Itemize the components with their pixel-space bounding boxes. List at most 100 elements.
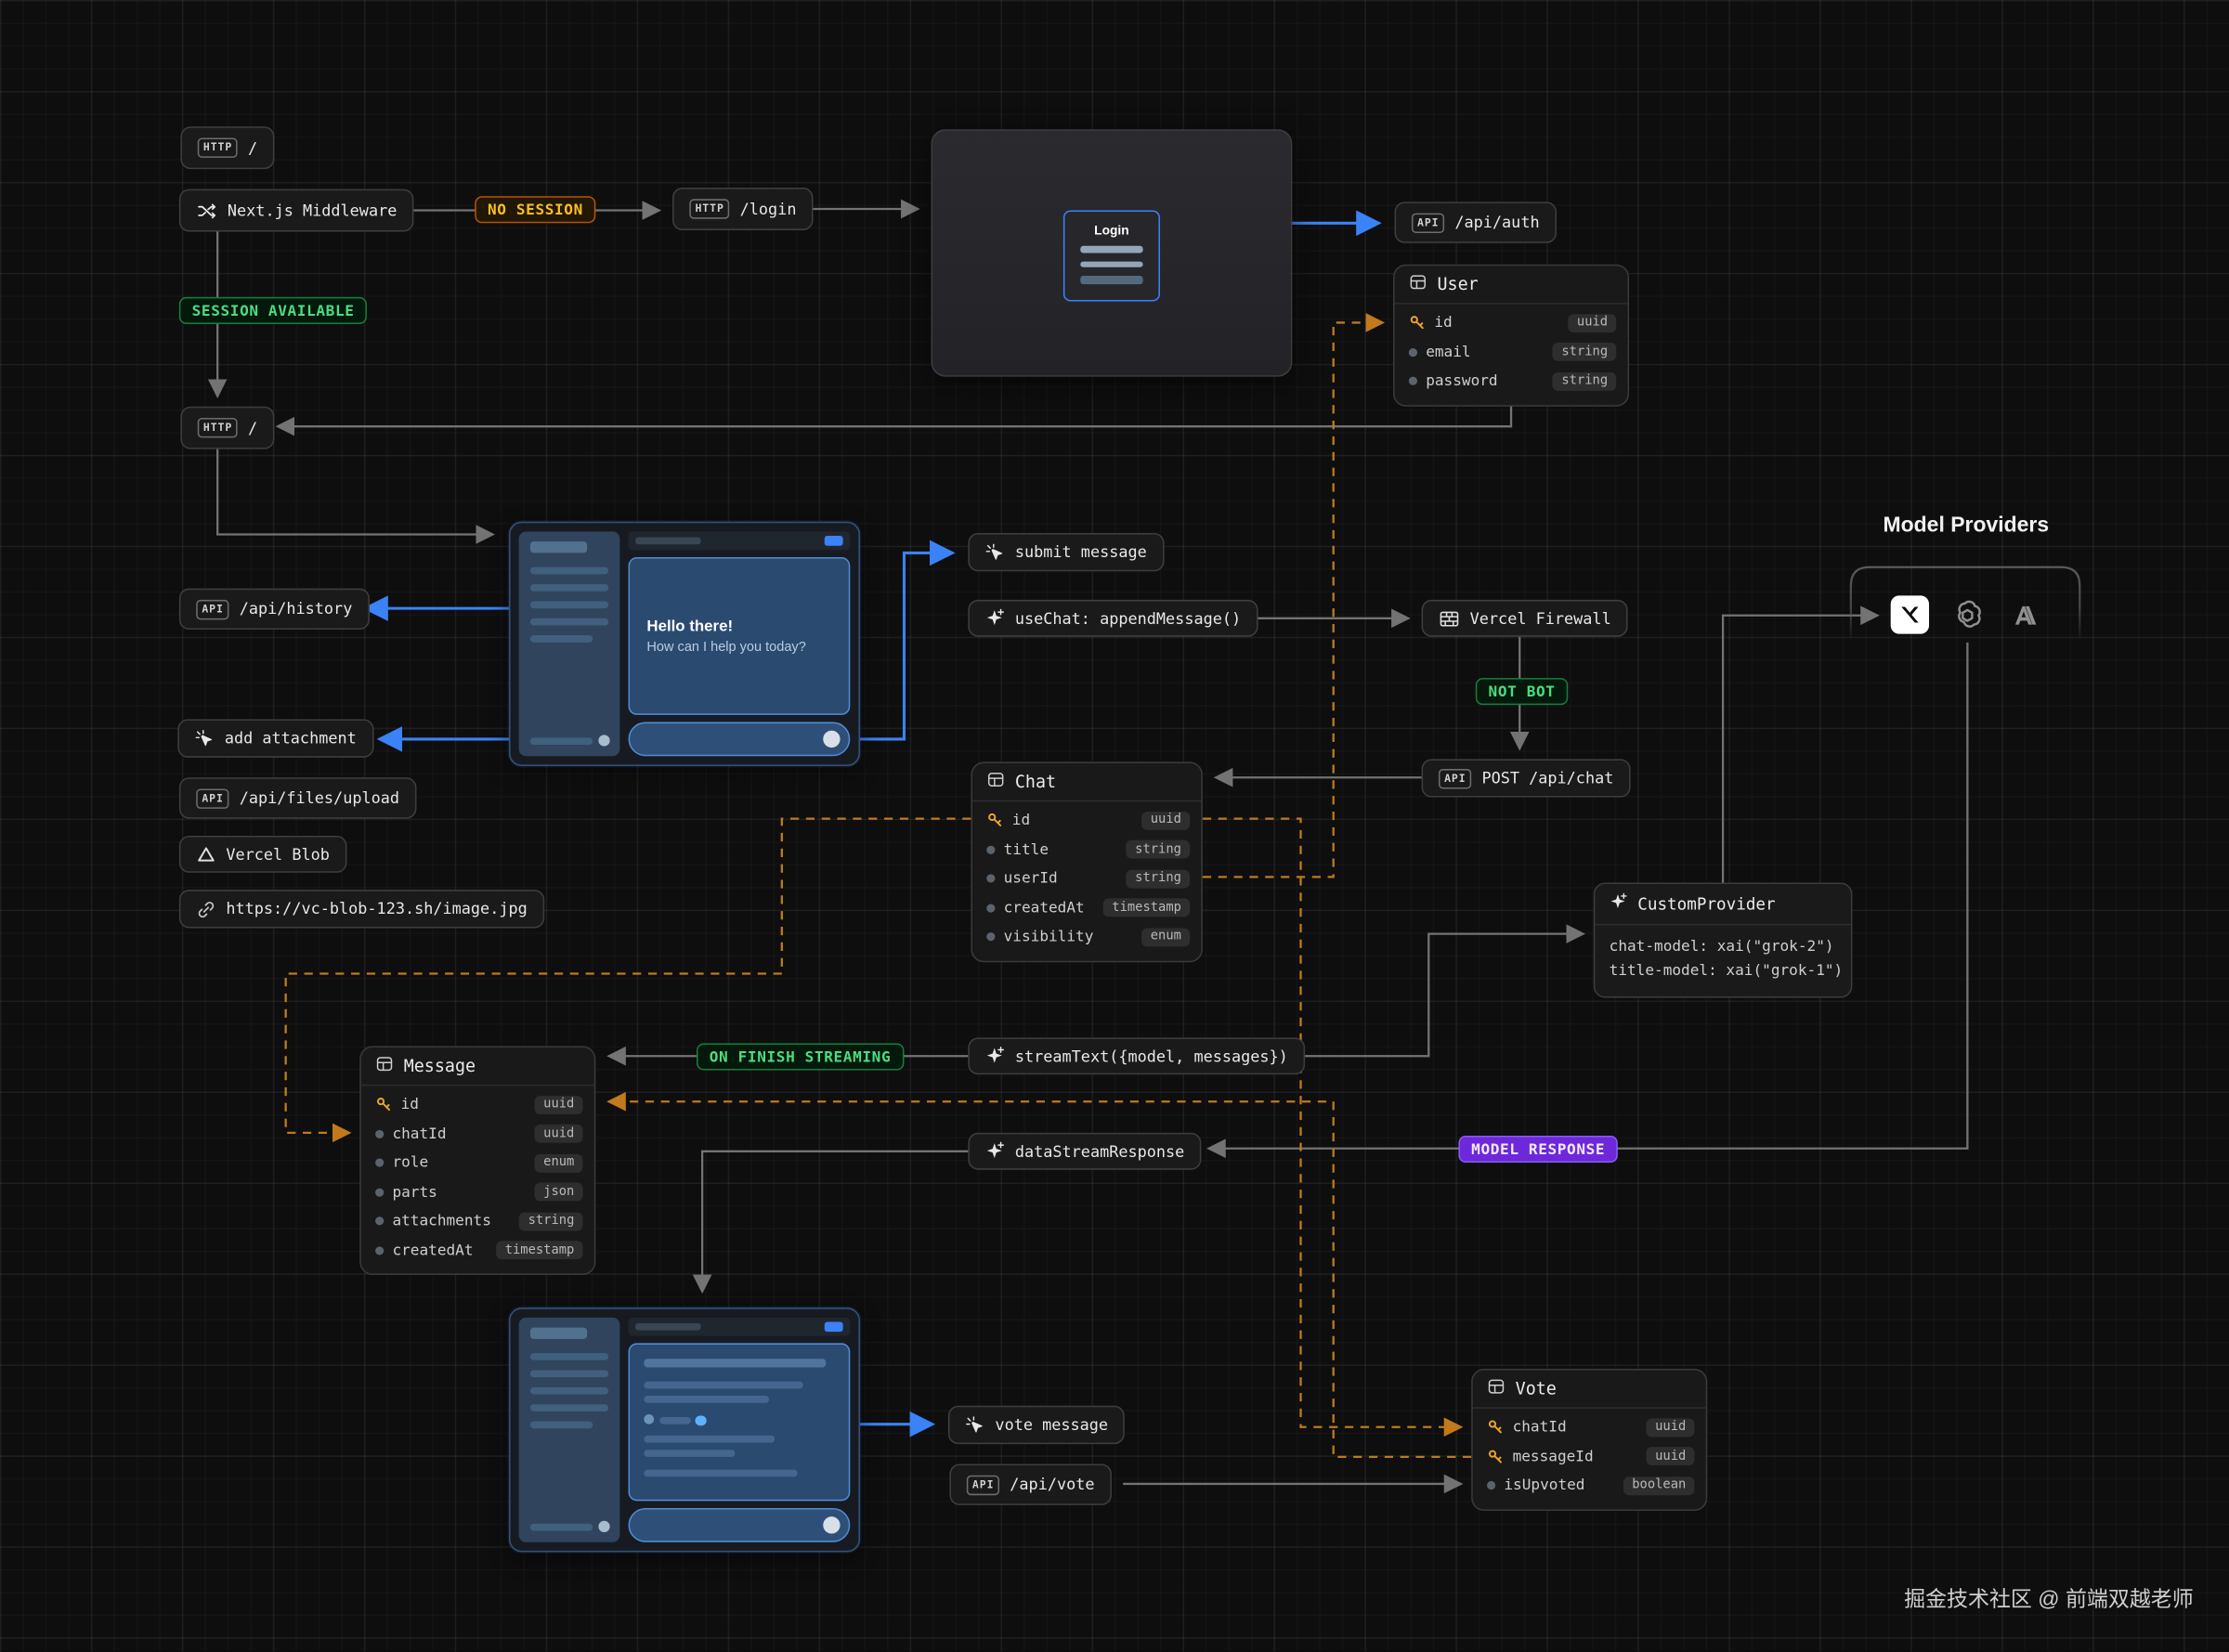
- api-auth-node[interactable]: API /api/auth: [1395, 202, 1557, 242]
- table-row: iduuid: [972, 806, 1201, 835]
- chat-topbar-skeleton: [629, 1318, 851, 1336]
- vote-message-node[interactable]: vote message: [948, 1406, 1126, 1444]
- login-card[interactable]: Login: [1063, 211, 1160, 302]
- http-chip: HTTP: [198, 137, 239, 157]
- table-title: User: [1437, 274, 1478, 293]
- key-icon: [1487, 1448, 1504, 1464]
- message-skeleton: [644, 1450, 735, 1457]
- table-row: createdAttimestamp: [972, 893, 1201, 922]
- key-icon: [1409, 315, 1426, 332]
- datastream-node[interactable]: dataStreamResponse: [968, 1133, 1201, 1170]
- api-label: /api/history: [240, 600, 353, 618]
- send-button-icon[interactable]: [823, 1516, 840, 1533]
- action-label: vote message: [995, 1415, 1108, 1434]
- arrow-streamtext-to-provider: [1291, 934, 1583, 1057]
- api-history-node[interactable]: API /api/history: [179, 589, 370, 630]
- blob-url-node[interactable]: https://vc-blob-123.sh/image.jpg: [179, 890, 544, 928]
- message-table[interactable]: Message iduuid chatIduuid roleenum parts…: [359, 1047, 595, 1275]
- table-row: messageIduuid: [1473, 1442, 1706, 1471]
- table-row: attachmentsstring: [361, 1206, 594, 1235]
- vote-handle-dot[interactable]: [695, 1415, 705, 1425]
- chat-topbar-skeleton: [629, 531, 851, 550]
- submit-message-node[interactable]: submit message: [968, 533, 1164, 571]
- on-finish-streaming-badge[interactable]: ON FINISH STREAMING: [697, 1043, 904, 1070]
- api-files-upload-node[interactable]: API /api/files/upload: [179, 777, 417, 818]
- route-login-node[interactable]: HTTP /login: [672, 188, 814, 230]
- field-dot-icon: [1409, 377, 1417, 385]
- http-chip: HTTP: [198, 418, 239, 437]
- message-skeleton: [644, 1359, 826, 1367]
- sparkle-icon: [1610, 892, 1628, 915]
- route-root-node[interactable]: HTTP /: [180, 126, 274, 169]
- chat-table[interactable]: Chat iduuid titlestring userIdstring cre…: [971, 761, 1202, 961]
- cursor-click-icon: [195, 728, 215, 748]
- model-response-badge[interactable]: MODEL RESPONSE: [1458, 1136, 1618, 1163]
- vercel-blob-node[interactable]: Vercel Blob: [179, 836, 346, 873]
- chat-input-skeleton[interactable]: [629, 1508, 851, 1542]
- table-row: isUpvotedboolean: [1473, 1471, 1706, 1500]
- api-chip: API: [1439, 768, 1472, 787]
- relation-chat-vote: [1203, 819, 1460, 1427]
- field-dot-icon: [375, 1159, 384, 1167]
- url-label: https://vc-blob-123.sh/image.jpg: [226, 900, 527, 918]
- arrow-user-to-root: [279, 399, 1511, 426]
- key-icon: [375, 1096, 392, 1112]
- field-dot-icon: [375, 1188, 384, 1196]
- openai-logo[interactable]: [1949, 597, 1986, 634]
- add-attachment-node[interactable]: add attachment: [177, 719, 373, 757]
- streamtext-node[interactable]: streamText({model, messages}): [968, 1037, 1305, 1074]
- cursor-click-icon: [965, 1415, 984, 1435]
- avatar: [598, 1521, 609, 1532]
- vote-table[interactable]: Vote chatIduuid messageIduuid isUpvotedb…: [1471, 1369, 1707, 1510]
- login-screen-preview[interactable]: Login: [932, 129, 1293, 376]
- not-bot-badge[interactable]: NOT BOT: [1476, 678, 1569, 705]
- table-row: createdAttimestamp: [361, 1236, 594, 1265]
- table-row: partsjson: [361, 1177, 594, 1206]
- user-table[interactable]: User iduuid emailstring passwordstring: [1393, 265, 1629, 406]
- send-button-icon[interactable]: [823, 731, 840, 748]
- message-skeleton: [644, 1382, 802, 1389]
- api-chip: API: [196, 599, 229, 618]
- table-row: roleenum: [361, 1149, 594, 1177]
- api-label: /api/auth: [1454, 214, 1539, 232]
- login-field-skeleton: [1080, 246, 1142, 253]
- api-label: /api/files/upload: [240, 788, 399, 807]
- post-api-chat-node[interactable]: API POST /api/chat: [1422, 759, 1631, 797]
- link-icon: [196, 899, 215, 918]
- avatar: [598, 735, 609, 746]
- key-icon: [1487, 1419, 1504, 1436]
- vercel-firewall-node[interactable]: Vercel Firewall: [1422, 600, 1628, 637]
- session-available-badge[interactable]: SESSION AVAILABLE: [179, 297, 367, 324]
- login-submit-skeleton: [1080, 276, 1142, 284]
- api-chip: API: [967, 1475, 1000, 1494]
- field-dot-icon: [986, 845, 995, 853]
- firewall-icon: [1439, 607, 1460, 629]
- middleware-node[interactable]: Next.js Middleware: [179, 189, 414, 232]
- field-dot-icon: [1409, 348, 1417, 357]
- table-icon: [1487, 1377, 1506, 1399]
- chat-ui-preview[interactable]: Hello there! How can I help you today?: [509, 522, 860, 766]
- usechat-node[interactable]: useChat: appendMessage(): [968, 600, 1258, 637]
- http-chip: HTTP: [689, 199, 730, 218]
- action-label: submit message: [1015, 543, 1147, 562]
- anthropic-logo[interactable]: [2007, 597, 2044, 634]
- login-field-skeleton: [1080, 261, 1142, 267]
- custom-provider-node[interactable]: CustomProvider chat-model: xai("grok-2")…: [1594, 883, 1853, 998]
- middleware-icon: [196, 200, 217, 221]
- model-chip: [825, 536, 843, 546]
- no-session-badge[interactable]: NO SESSION: [475, 196, 595, 223]
- sparkle-icon: [985, 1047, 1005, 1066]
- login-button[interactable]: Login: [1094, 223, 1129, 237]
- chat-messages-panel: [629, 1343, 851, 1501]
- chat-input-skeleton[interactable]: [629, 722, 851, 757]
- route-root-node-2[interactable]: HTTP /: [180, 407, 274, 449]
- provider-title: CustomProvider: [1637, 894, 1775, 914]
- chat-ui-preview-2[interactable]: [509, 1307, 860, 1552]
- xai-logo[interactable]: [1891, 595, 1929, 633]
- field-dot-icon: [375, 1217, 384, 1226]
- action-label: add attachment: [225, 729, 357, 748]
- api-vote-node[interactable]: API /api/vote: [949, 1464, 1111, 1505]
- chat-model-config: chat-model: xai("grok-2"): [1610, 935, 1837, 959]
- table-icon: [1409, 273, 1427, 295]
- arrow-model-response: [1210, 643, 1968, 1149]
